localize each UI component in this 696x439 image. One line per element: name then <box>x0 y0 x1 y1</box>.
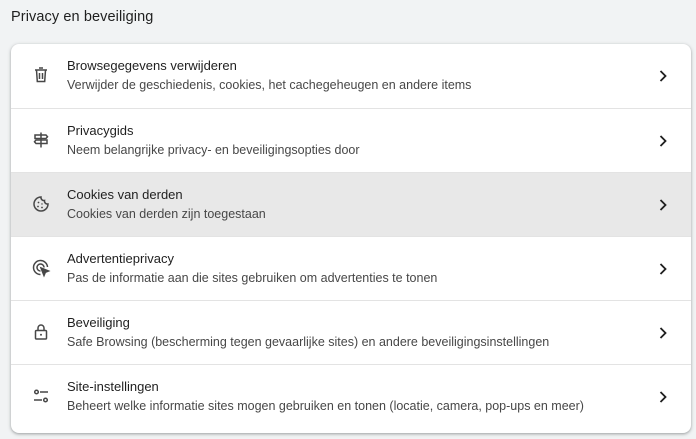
row-site-settings[interactable]: Site-instellingen Beheert welke informat… <box>11 364 691 428</box>
row-subtitle: Verwijder de geschiedenis, cookies, het … <box>67 78 472 92</box>
row-title: Site-instellingen <box>67 379 159 394</box>
privacy-settings-card: Browsegegevens verwijderen Verwijder de … <box>11 44 691 433</box>
row-third-party-cookies[interactable]: Cookies van derden Cookies van derden zi… <box>11 172 691 236</box>
row-title: Advertentieprivacy <box>67 251 174 266</box>
cookie-icon <box>31 194 51 214</box>
row-privacy-guide[interactable]: Privacygids Neem belangrijke privacy- en… <box>11 108 691 172</box>
chevron-right-icon <box>657 325 669 341</box>
chevron-right-icon <box>657 133 669 149</box>
trash-icon <box>31 65 51 85</box>
signpost-icon <box>31 130 51 150</box>
row-title: Privacygids <box>67 123 134 138</box>
section-title: Privacy en beveiliging <box>11 9 154 25</box>
row-security[interactable]: Beveiliging Safe Browsing (bescherming t… <box>11 300 691 364</box>
row-clear-browsing-data[interactable]: Browsegegevens verwijderen Verwijder de … <box>11 44 691 108</box>
row-ad-privacy[interactable]: Advertentieprivacy Pas de informatie aan… <box>11 236 691 300</box>
sliders-icon <box>31 386 51 406</box>
chevron-right-icon <box>657 389 669 405</box>
row-subtitle: Cookies van derden zijn toegestaan <box>67 207 266 221</box>
row-title: Beveiliging <box>67 315 130 330</box>
row-subtitle: Pas de informatie aan die sites gebruike… <box>67 271 438 285</box>
chevron-right-icon <box>657 197 669 213</box>
lock-icon <box>31 322 51 342</box>
ad-target-icon <box>31 258 51 278</box>
row-subtitle: Safe Browsing (bescherming tegen gevaarl… <box>67 335 550 349</box>
chevron-right-icon <box>657 68 669 84</box>
privacy-settings-page: Privacy en beveiliging Browsegegevens ve… <box>0 0 696 439</box>
row-subtitle: Neem belangrijke privacy- en beveiliging… <box>67 143 360 157</box>
row-title: Browsegegevens verwijderen <box>67 58 237 73</box>
row-subtitle: Beheert welke informatie sites mogen geb… <box>67 399 584 413</box>
chevron-right-icon <box>657 261 669 277</box>
row-title: Cookies van derden <box>67 187 183 202</box>
